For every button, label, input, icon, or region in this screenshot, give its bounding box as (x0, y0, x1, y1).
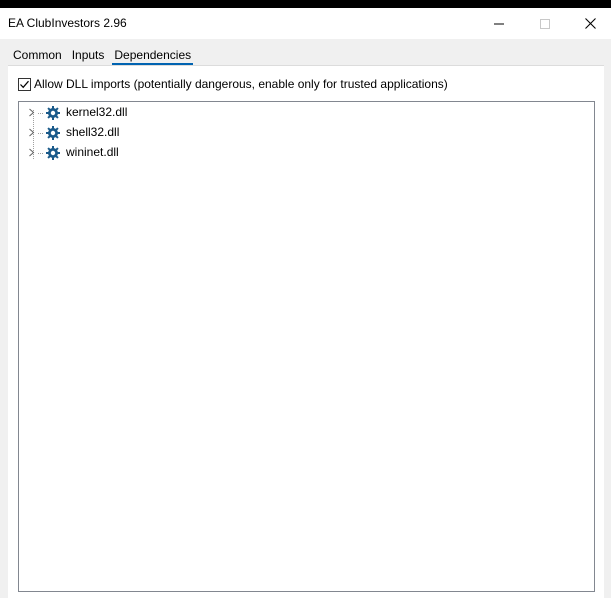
gear-icon (46, 126, 60, 140)
tree-item-label: wininet.dll (66, 145, 119, 159)
tab-dependencies[interactable]: Dependencies (109, 47, 196, 65)
tab-inputs[interactable]: Inputs (67, 47, 110, 65)
tree-item-shell32[interactable]: shell32.dll (19, 123, 319, 143)
maximize-icon (540, 18, 550, 29)
dependencies-tree[interactable]: kernel32.dll shell32.dll wininet.dll (18, 101, 595, 592)
tree-item-wininet[interactable]: wininet.dll (19, 143, 319, 163)
tab-common[interactable]: Common (8, 47, 67, 65)
chevron-right-icon[interactable] (27, 148, 36, 157)
tree-branch-line (38, 113, 44, 114)
tree-branch-line (38, 133, 44, 134)
allow-dll-label: Allow DLL imports (potentially dangerous… (34, 77, 448, 91)
screen-top-edge (0, 0, 611, 8)
minimize-icon (494, 23, 504, 24)
window-title: EA ClubInvestors 2.96 (8, 16, 127, 30)
dialog-body: Common Inputs Dependencies Allow DLL imp… (0, 39, 611, 598)
gear-icon (46, 146, 60, 160)
minimize-button[interactable] (476, 8, 522, 39)
tree-item-label: shell32.dll (66, 125, 120, 139)
allow-dll-checkbox[interactable] (18, 77, 31, 91)
chevron-right-icon[interactable] (27, 128, 36, 137)
checkmark-icon (20, 80, 29, 88)
tree-item-kernel32[interactable]: kernel32.dll (19, 103, 319, 123)
title-bar[interactable]: EA ClubInvestors 2.96 (0, 8, 611, 39)
dependencies-panel: Allow DLL imports (potentially dangerous… (8, 66, 604, 598)
chevron-right-icon[interactable] (27, 108, 36, 117)
tab-strip: Common Inputs Dependencies (8, 47, 196, 65)
allow-dll-row[interactable]: Allow DLL imports (potentially dangerous… (18, 77, 448, 91)
tree-item-label: kernel32.dll (66, 105, 128, 119)
maximize-button[interactable] (522, 8, 568, 39)
close-button[interactable] (567, 8, 611, 39)
tree-branch-line (38, 153, 44, 154)
gear-icon (46, 106, 60, 120)
close-icon (584, 18, 596, 29)
